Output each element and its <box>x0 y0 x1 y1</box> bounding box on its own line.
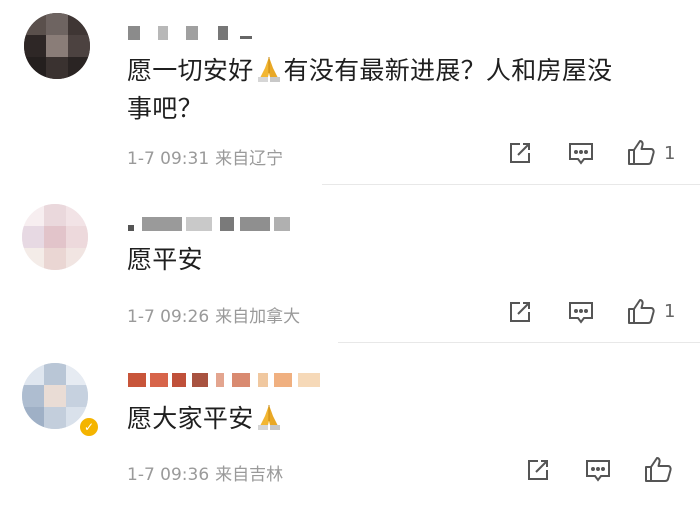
avatar[interactable] <box>22 363 88 429</box>
comment-meta: 1-7 09:36 来自吉林 <box>127 460 283 485</box>
thumbs-up-icon <box>628 299 655 324</box>
repost-button[interactable] <box>525 457 551 483</box>
comment-source: 来自加拿大 <box>215 307 301 327</box>
comment-meta: 1-7 09:26 来自加拿大 <box>127 302 300 327</box>
comment-icon <box>569 302 593 324</box>
comment-button[interactable] <box>584 457 612 483</box>
share-icon <box>510 143 530 163</box>
avatar[interactable] <box>24 13 90 79</box>
comment-item: ✓ 愿大家平安 1-7 09:36 来自吉林 <box>0 343 700 510</box>
praying-hands-emoji <box>257 405 280 430</box>
comment-item: 愿一切安好 有没有最新进展？人和房屋没 事吧？ 1-7 09:31 来自辽宁 1 <box>0 0 700 185</box>
like-button[interactable] <box>643 455 673 483</box>
repost-button[interactable] <box>507 299 533 325</box>
comment-icon <box>586 460 610 482</box>
comment-time: 1-7 09:26 <box>127 307 210 327</box>
comment-time: 1-7 09:31 <box>127 149 210 169</box>
thumbs-up-icon <box>645 457 672 482</box>
comment-button[interactable] <box>567 140 595 166</box>
comment-button[interactable] <box>567 299 595 325</box>
repost-button[interactable] <box>507 140 533 166</box>
comment-time: 1-7 09:36 <box>127 465 210 485</box>
comment-source: 来自吉林 <box>215 465 284 485</box>
comment-text: 愿平安 <box>127 245 203 274</box>
like-button[interactable] <box>626 297 656 325</box>
thumbs-up-icon <box>628 140 655 165</box>
comment-item: 愿平安 1-7 09:26 来自加拿大 1 <box>0 185 700 343</box>
username-blurred[interactable] <box>128 217 296 231</box>
share-icon <box>510 302 530 322</box>
like-count: 1 <box>664 143 676 164</box>
verified-badge-icon: ✓ <box>78 416 100 438</box>
comment-text: 愿一切安好 有没有最新进展？人和房屋没 事吧？ <box>127 56 613 123</box>
comment-source: 来自辽宁 <box>215 149 284 169</box>
like-count: 1 <box>664 301 676 322</box>
username-blurred[interactable] <box>128 26 258 40</box>
comment-icon <box>569 143 593 165</box>
praying-hands-emoji <box>257 57 280 82</box>
username-blurred[interactable] <box>128 373 328 387</box>
comment-meta: 1-7 09:31 来自辽宁 <box>127 144 283 169</box>
like-button[interactable] <box>626 138 656 166</box>
share-icon <box>528 460 548 480</box>
avatar[interactable] <box>22 204 88 270</box>
comment-text: 愿大家平安 <box>127 400 684 438</box>
